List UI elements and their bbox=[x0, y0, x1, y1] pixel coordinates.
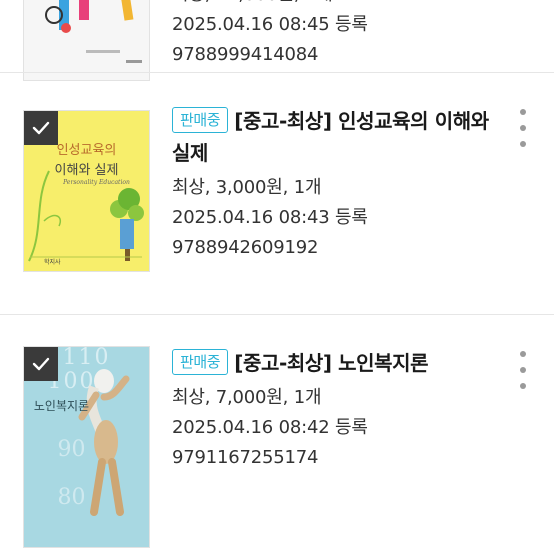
status-badge: 판매중 bbox=[172, 107, 229, 133]
cover-art bbox=[24, 0, 149, 80]
listing-title-text: [중고-최상] 노인복지론 bbox=[234, 351, 429, 375]
book-cover[interactable]: 인성교육의 이해와 실제 Personality Education 학지사 bbox=[24, 111, 149, 271]
cover-title-line2: 이해와 실제 bbox=[54, 163, 119, 178]
isbn: 9791167255174 bbox=[172, 447, 319, 468]
book-cover[interactable]: 110 100 90 80 노인복지론 bbox=[24, 347, 149, 547]
selected-checkbox[interactable] bbox=[24, 347, 58, 381]
condition-price-qty: 최상, 3,000원, 1개 bbox=[172, 177, 322, 198]
book-cover[interactable] bbox=[24, 0, 149, 80]
cover-subtitle: Personality Education bbox=[63, 179, 130, 186]
list-item[interactable]: 110 100 90 80 노인복지론 판매중 [중고-최상] 노인복지론 최상,… bbox=[0, 314, 554, 547]
isbn: 9788999414084 bbox=[172, 44, 319, 65]
list-item[interactable]: 최상, 12,000원, 1개 2025.04.16 08:45 등록 9788… bbox=[0, 0, 554, 80]
cover-title: 노인복지론 bbox=[33, 399, 90, 413]
more-dot-icon bbox=[520, 383, 526, 389]
selected-checkbox[interactable] bbox=[24, 111, 58, 145]
listing-title[interactable]: 판매중 [중고-최상] 노인복지론 bbox=[172, 347, 494, 379]
registered-date: 2025.04.16 08:42 등록 bbox=[172, 417, 368, 438]
more-options-button[interactable] bbox=[516, 109, 530, 147]
more-dot-icon bbox=[520, 141, 526, 147]
listing-list: 최상, 12,000원, 1개 2025.04.16 08:45 등록 9788… bbox=[0, 0, 554, 547]
check-icon bbox=[32, 121, 50, 135]
more-dot-icon bbox=[520, 109, 526, 115]
condition-price-qty: 최상, 12,000원, 1개 bbox=[172, 0, 494, 10]
more-dot-icon bbox=[520, 125, 526, 131]
list-item[interactable]: 인성교육의 이해와 실제 Personality Education 학지사 판… bbox=[0, 72, 554, 314]
registered-date: 2025.04.16 08:43 등록 bbox=[172, 207, 368, 228]
cover-publisher: 학지사 bbox=[44, 259, 61, 266]
listing-title[interactable]: 판매중 [중고-최상] 인성교육의 이해와 실제 bbox=[172, 105, 494, 169]
more-dot-icon bbox=[520, 367, 526, 373]
listing-info: 판매중 [중고-최상] 인성교육의 이해와 실제 최상, 3,000원, 1개 2… bbox=[172, 105, 494, 263]
listing-info: 판매중 [중고-최상] 노인복지론 최상, 7,000원, 1개 2025.04.… bbox=[172, 347, 494, 473]
listing-info: 최상, 12,000원, 1개 2025.04.16 08:45 등록 9788… bbox=[172, 0, 494, 70]
more-options-button[interactable] bbox=[516, 351, 530, 389]
isbn: 9788942609192 bbox=[172, 237, 319, 258]
registered-date: 2025.04.16 08:45 등록 bbox=[172, 14, 368, 35]
condition-price-qty: 최상, 7,000원, 1개 bbox=[172, 387, 322, 408]
more-dot-icon bbox=[520, 351, 526, 357]
status-badge: 판매중 bbox=[172, 349, 229, 375]
check-icon bbox=[32, 357, 50, 371]
